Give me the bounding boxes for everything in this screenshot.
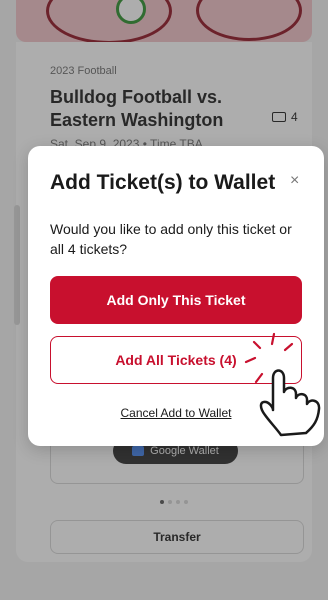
screen: 2023 Football Bulldog Football vs. Easte…	[0, 0, 328, 600]
dialog-message: Would you like to add only this ticket o…	[50, 221, 292, 257]
add-only-this-ticket-button[interactable]: Add Only This Ticket	[50, 276, 302, 324]
hand-outline	[259, 369, 321, 437]
tap-burst-icon	[244, 332, 294, 384]
tap-hand-icon	[244, 332, 321, 437]
close-icon[interactable]: ×	[290, 172, 299, 190]
dialog-title: Add Ticket(s) to Wallet	[50, 171, 276, 194]
